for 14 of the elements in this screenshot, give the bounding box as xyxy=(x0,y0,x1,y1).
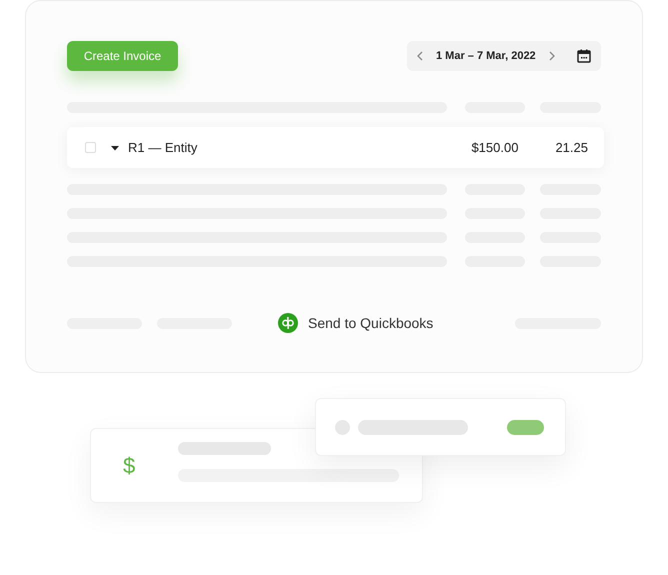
quickbooks-logo-icon xyxy=(278,313,298,333)
dollar-sign: $ xyxy=(123,452,136,480)
hours-cell-text: 21.25 xyxy=(555,138,588,157)
amount-cell-text: $150.00 xyxy=(471,138,518,157)
chevron-right-icon[interactable] xyxy=(548,51,555,61)
checkbox[interactable] xyxy=(85,142,96,153)
status-pill xyxy=(507,420,544,434)
date-range-label: 1 Mar – 7 Mar, 2022 xyxy=(436,48,536,64)
chevron-left-icon[interactable] xyxy=(417,51,424,61)
calendar-icon[interactable] xyxy=(577,49,591,63)
caret-icon[interactable] xyxy=(111,144,119,152)
entity-name: R1 — Entity xyxy=(128,138,198,157)
send-to-quickbooks-button[interactable]: Send to Quickbooks xyxy=(278,312,434,334)
entity-row[interactable]: R1 — Entity $150.00 21.25 xyxy=(67,127,604,168)
